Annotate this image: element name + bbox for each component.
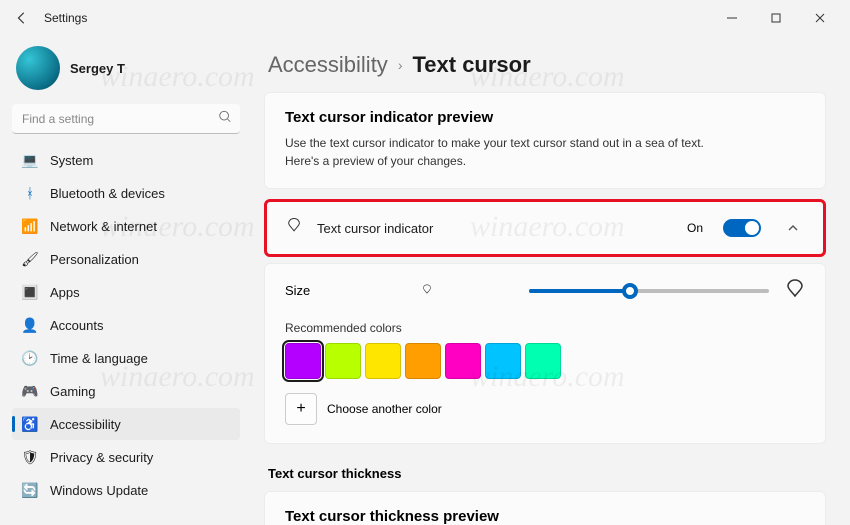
breadcrumb-parent[interactable]: Accessibility: [268, 52, 388, 78]
preview-card: Text cursor indicator preview Use the te…: [264, 92, 826, 189]
back-button[interactable]: [8, 4, 36, 32]
sidebar-item-label: Personalization: [50, 252, 139, 267]
sidebar-item-label: Gaming: [50, 384, 96, 399]
network-icon: 📶: [22, 218, 38, 234]
sidebar-item-label: Accounts: [50, 318, 103, 333]
color-swatch[interactable]: [525, 343, 561, 379]
indicator-toggle[interactable]: [723, 219, 761, 237]
chevron-right-icon: ›: [398, 57, 403, 73]
text-cursor-indicator-row[interactable]: Text cursor indicator On: [264, 199, 826, 257]
sidebar-item-time[interactable]: 🕑 Time & language: [12, 342, 240, 374]
preview-body: Use the text cursor indicator to make yo…: [285, 134, 705, 170]
color-swatch[interactable]: [285, 343, 321, 379]
sidebar-item-personalization[interactable]: 🖌 Personalization: [12, 243, 240, 275]
color-swatch[interactable]: [405, 343, 441, 379]
thickness-section-title: Text cursor thickness: [264, 460, 826, 491]
color-swatches: [285, 343, 805, 379]
color-swatch[interactable]: [445, 343, 481, 379]
indicator-icon: [285, 217, 303, 240]
sidebar-item-update[interactable]: 🔄 Windows Update: [12, 474, 240, 506]
sidebar-item-label: Apps: [50, 285, 80, 300]
minimize-button[interactable]: [710, 3, 754, 33]
search-icon: [218, 110, 232, 129]
sidebar-item-label: Network & internet: [50, 219, 157, 234]
breadcrumb-current: Text cursor: [412, 52, 530, 78]
close-button[interactable]: [798, 3, 842, 33]
breadcrumb: Accessibility › Text cursor: [264, 36, 826, 92]
size-slider[interactable]: [529, 289, 769, 293]
accessibility-icon: ♿: [22, 416, 38, 432]
sidebar-item-accessibility[interactable]: ♿ Accessibility: [12, 408, 240, 440]
sidebar-item-label: Accessibility: [50, 417, 121, 432]
choose-color-button[interactable]: +: [285, 393, 317, 425]
sidebar-item-label: Privacy & security: [50, 450, 153, 465]
thickness-preview-card: Text cursor thickness preview Here's a p…: [264, 491, 826, 525]
sidebar-item-accounts[interactable]: 👤 Accounts: [12, 309, 240, 341]
color-swatch[interactable]: [325, 343, 361, 379]
size-large-icon: [785, 278, 805, 303]
maximize-button[interactable]: [754, 3, 798, 33]
choose-color-label: Choose another color: [327, 402, 442, 416]
sidebar-item-gaming[interactable]: 🎮 Gaming: [12, 375, 240, 407]
colors-label: Recommended colors: [285, 321, 805, 335]
personalization-icon: 🖌: [22, 251, 38, 267]
sidebar-item-label: System: [50, 153, 93, 168]
bluetooth-icon: ᚼ: [22, 185, 38, 201]
window-title: Settings: [44, 11, 87, 25]
username: Sergey T: [70, 61, 125, 76]
accounts-icon: 👤: [22, 317, 38, 333]
system-icon: 💻: [22, 152, 38, 168]
apps-icon: 🔳: [22, 284, 38, 300]
user-profile[interactable]: Sergey T: [12, 40, 240, 104]
size-small-icon: [421, 282, 433, 300]
size-label: Size: [285, 283, 325, 298]
preview-title: Text cursor indicator preview: [285, 109, 805, 126]
sidebar-item-label: Windows Update: [50, 483, 148, 498]
expand-button[interactable]: [781, 216, 805, 240]
indicator-state-label: On: [687, 221, 703, 235]
sidebar-item-label: Bluetooth & devices: [50, 186, 165, 201]
sidebar-item-apps[interactable]: 🔳 Apps: [12, 276, 240, 308]
sidebar-item-network[interactable]: 📶 Network & internet: [12, 210, 240, 242]
gaming-icon: 🎮: [22, 383, 38, 399]
search-input[interactable]: [12, 104, 240, 134]
color-swatch[interactable]: [365, 343, 401, 379]
sidebar-item-label: Time & language: [50, 351, 148, 366]
color-swatch[interactable]: [485, 343, 521, 379]
time-icon: 🕑: [22, 350, 38, 366]
sidebar-item-system[interactable]: 💻 System: [12, 144, 240, 176]
thickness-preview-title: Text cursor thickness preview: [285, 508, 805, 525]
sidebar-item-privacy[interactable]: 🛡 Privacy & security: [12, 441, 240, 473]
privacy-icon: 🛡: [22, 449, 38, 465]
sidebar-item-bluetooth[interactable]: ᚼ Bluetooth & devices: [12, 177, 240, 209]
indicator-subpanel: Size Recommended colors: [264, 263, 826, 444]
avatar: [16, 46, 60, 90]
sidebar-nav: 💻 System ᚼ Bluetooth & devices 📶 Network & …: [12, 144, 240, 506]
indicator-label: Text cursor indicator: [317, 221, 673, 236]
update-icon: 🔄: [22, 482, 38, 498]
